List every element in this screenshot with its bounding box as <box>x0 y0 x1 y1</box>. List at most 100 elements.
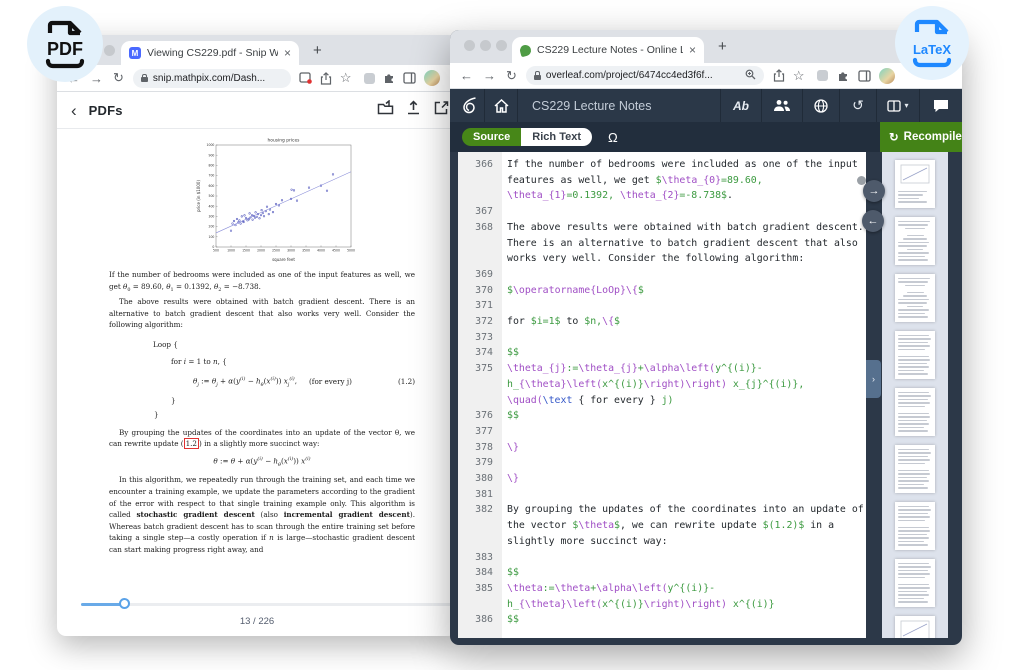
code-line[interactable]: 372 for $i=1$ to $n,\{$ <box>458 314 866 330</box>
publish-globe-icon[interactable] <box>803 89 839 122</box>
side-panel-icon[interactable] <box>402 72 416 84</box>
layout-menu[interactable]: ▾ <box>877 89 919 122</box>
code-line[interactable]: 380 \} <box>458 471 866 487</box>
address-bar[interactable]: snip.mathpix.com/Dash... <box>132 68 291 88</box>
pdf-page-thumbnail[interactable] <box>895 274 935 322</box>
pdf-page-thumbnail[interactable] <box>895 388 935 436</box>
code-line[interactable]: 375 \theta_{j}:=\theta_{j}+\alpha\left(y^… <box>458 361 866 408</box>
code-line[interactable]: 383 <box>458 550 866 566</box>
code-line[interactable]: 377 <box>458 424 866 440</box>
symbol-palette-omega-icon[interactable]: Ω <box>608 130 618 145</box>
code-line[interactable]: 384 $$ <box>458 565 866 581</box>
chat-icon[interactable] <box>920 89 962 122</box>
forward-icon[interactable]: → <box>483 68 496 83</box>
back-to-pdfs-chevron-icon[interactable]: ‹ <box>71 101 77 121</box>
code-line-text[interactable]: By grouping the updates of the coordinat… <box>502 502 866 549</box>
code-line[interactable]: 379 <box>458 455 866 471</box>
code-line-text[interactable]: $$ <box>502 565 866 581</box>
share-icon[interactable] <box>320 71 332 85</box>
traffic-light-zoom-icon[interactable] <box>104 45 115 56</box>
tab-close-icon[interactable]: × <box>689 43 696 57</box>
traffic-light-minimize-icon[interactable] <box>480 40 491 51</box>
code-line-text[interactable] <box>502 487 866 503</box>
code-line-text[interactable]: The above results were obtained with bat… <box>502 220 866 267</box>
zoom-in-page-icon[interactable] <box>745 67 756 85</box>
upload-icon[interactable] <box>406 100 421 121</box>
extensions-puzzle-icon[interactable] <box>837 70 849 82</box>
code-line[interactable]: 367 <box>458 204 866 220</box>
page-slider[interactable] <box>81 598 453 609</box>
tab-snip-pdf[interactable]: M Viewing CS229.pdf - Snip Web × <box>121 41 299 65</box>
code-line-text[interactable] <box>502 204 866 220</box>
share-people-icon[interactable] <box>762 89 802 122</box>
move-to-folder-icon[interactable] <box>377 99 394 121</box>
pdf-page-view[interactable]: housing prices square feet price (in $1000… <box>57 129 457 581</box>
code-line[interactable]: 373 <box>458 330 866 346</box>
code-line-text[interactable]: $$ <box>502 408 866 424</box>
code-line[interactable]: 369 <box>458 267 866 283</box>
pdf-page-thumbnail[interactable] <box>895 445 935 493</box>
extensions-puzzle-icon[interactable] <box>383 72 395 84</box>
jump-forward-button[interactable]: → <box>863 180 885 202</box>
pdfs-breadcrumb[interactable]: PDFs <box>89 103 123 118</box>
code-line-text[interactable]: \} <box>502 440 866 456</box>
project-title[interactable]: CS229 Lecture Notes <box>532 99 652 113</box>
code-line-text[interactable]: \theta:=\theta+\alpha\left(y^{(i)}-h_{\t… <box>502 581 866 612</box>
history-icon[interactable]: ↺ <box>840 89 876 122</box>
forward-icon[interactable]: → <box>90 71 103 86</box>
pdf-page-thumbnail[interactable] <box>895 331 935 379</box>
extension-snip-icon[interactable] <box>363 72 375 84</box>
pdf-page-thumbnail[interactable] <box>895 616 935 638</box>
overleaf-logo-icon[interactable] <box>454 89 484 122</box>
export-icon[interactable] <box>433 100 449 121</box>
code-line-text[interactable]: $$ <box>502 612 866 628</box>
pdf-page-thumbnail[interactable] <box>895 217 935 265</box>
code-line-text[interactable] <box>502 298 866 314</box>
code-line-text[interactable]: for $i=1$ to $n,\{$ <box>502 314 866 330</box>
code-line[interactable]: 382 By grouping the updates of the coordi… <box>458 502 866 549</box>
equation-ref-link[interactable]: 1.2 <box>183 438 200 450</box>
back-icon[interactable]: ← <box>460 68 473 83</box>
code-line-text[interactable]: \} <box>502 471 866 487</box>
jump-back-button[interactable]: ← <box>862 210 884 232</box>
spellcheck-icon[interactable]: Ab <box>721 89 761 122</box>
home-icon[interactable] <box>485 89 517 122</box>
address-bar[interactable]: overleaf.com/project/6474cc4ed3f6f... <box>525 66 764 85</box>
profile-avatar[interactable] <box>423 70 440 86</box>
code-line-text[interactable]: If the number of bedrooms were included … <box>502 157 866 204</box>
code-line[interactable]: 368 The above results were obtained with … <box>458 220 866 267</box>
recompile-button[interactable]: ↻ Recompile <box>880 122 962 152</box>
profile-avatar[interactable] <box>878 67 895 84</box>
mode-source-button[interactable]: Source <box>462 128 522 146</box>
pdf-preview-thumbnails[interactable] <box>882 152 948 638</box>
code-line[interactable]: 374 $$ <box>458 345 866 361</box>
tab-overleaf[interactable]: CS229 Lecture Notes - Online L × <box>512 37 704 63</box>
code-line-text[interactable] <box>502 455 866 471</box>
share-icon[interactable] <box>773 69 785 82</box>
code-line-text[interactable] <box>502 267 866 283</box>
expand-panel-chevron[interactable]: › <box>866 360 881 398</box>
pdf-page-thumbnail[interactable] <box>895 160 935 208</box>
new-tab-button[interactable]: + <box>718 38 727 55</box>
page-slider-handle[interactable] <box>119 598 130 609</box>
pdf-page-thumbnail[interactable] <box>895 559 935 607</box>
traffic-light-zoom-icon[interactable] <box>496 40 507 51</box>
code-line[interactable]: 385 \theta:=\theta+\alpha\left(y^{(i)}-h_… <box>458 581 866 612</box>
bookmark-star-icon[interactable]: ☆ <box>340 70 352 86</box>
code-line-text[interactable] <box>502 550 866 566</box>
mode-rich-text-button[interactable]: Rich Text <box>521 128 592 146</box>
code-line[interactable]: 371 <box>458 298 866 314</box>
code-line[interactable]: 386 $$ <box>458 612 866 628</box>
side-panel-icon[interactable] <box>857 69 871 82</box>
traffic-light-close-icon[interactable] <box>464 40 475 51</box>
tab-close-icon[interactable]: × <box>284 46 291 60</box>
code-line-text[interactable] <box>502 424 866 440</box>
code-line[interactable]: 366 If the number of bedrooms were includ… <box>458 157 866 204</box>
latex-source-editor[interactable]: 366 If the number of bedrooms were includ… <box>458 152 866 638</box>
reload-icon[interactable]: ↻ <box>506 68 517 84</box>
code-line-text[interactable]: \theta_{j}:=\theta_{j}+\alpha\left(y^{(i… <box>502 361 866 408</box>
new-tab-button[interactable]: + <box>313 42 322 59</box>
reload-icon[interactable]: ↻ <box>113 70 124 86</box>
code-line[interactable]: 378 \} <box>458 440 866 456</box>
pdf-page-thumbnail[interactable] <box>895 502 935 550</box>
